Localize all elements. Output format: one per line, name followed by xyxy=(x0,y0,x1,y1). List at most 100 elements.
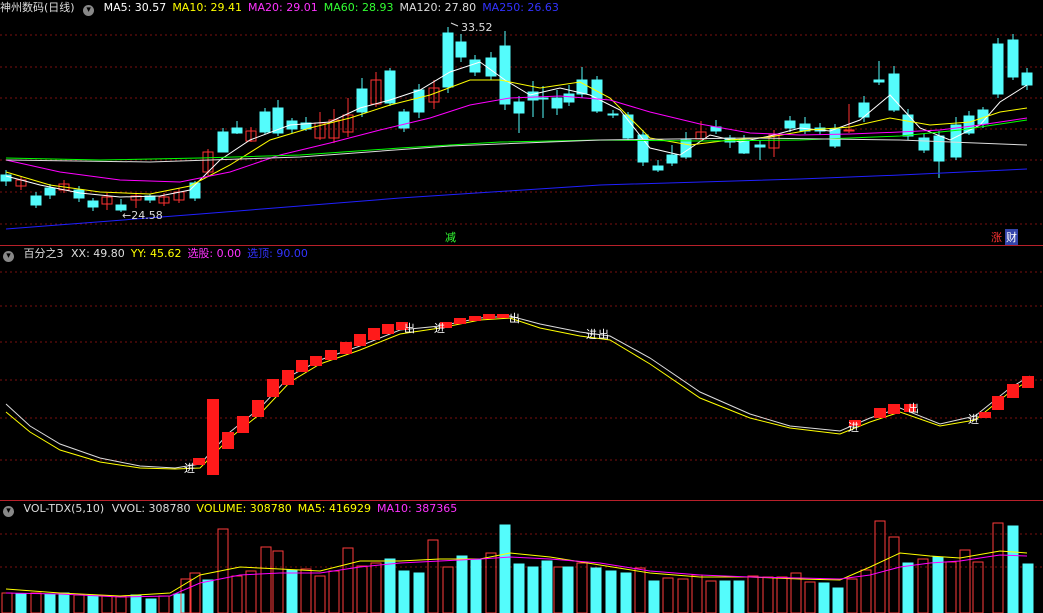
candle-body xyxy=(992,43,1004,95)
exit-signal-label: 出 xyxy=(509,311,520,325)
enter-signal-label: 进 xyxy=(968,413,979,426)
volume-bar xyxy=(286,569,298,613)
volume-bar xyxy=(648,580,660,613)
enter-signal-label: 进 xyxy=(848,421,859,434)
candle-body xyxy=(384,70,396,104)
volume-bar xyxy=(173,593,185,613)
candle-body xyxy=(784,120,796,129)
volume-bar xyxy=(527,566,539,613)
volume-bar xyxy=(73,594,85,613)
finance-marker: 财 xyxy=(1005,229,1018,245)
candle-body xyxy=(666,154,678,164)
candle-body xyxy=(231,127,243,134)
signal-bar xyxy=(382,324,394,334)
signal-bar xyxy=(368,328,380,340)
yy-line xyxy=(5,317,1031,470)
indicator-pane[interactable]: ▾ 百分之3 XX: 49.80 YY: 45.62 选股: 0.00 选顶: 90.… xyxy=(0,246,1043,500)
volume-bar xyxy=(1022,563,1034,613)
signal-bar xyxy=(1007,384,1019,398)
volume-bar xyxy=(260,546,272,613)
signal-bar xyxy=(1022,376,1034,388)
volume-bar xyxy=(576,562,588,613)
volume-bar xyxy=(314,575,326,613)
candle-body xyxy=(888,73,900,111)
volume-bar xyxy=(130,594,142,613)
volume-bar xyxy=(818,582,830,613)
volume-bar xyxy=(442,566,454,613)
signal-bar xyxy=(992,396,1004,410)
candle-body xyxy=(873,79,885,83)
signal-bar xyxy=(207,399,219,475)
candle-body xyxy=(622,114,634,139)
candle-body xyxy=(30,195,42,206)
volume-bar xyxy=(562,566,574,613)
low-price-label: ←24.58 xyxy=(122,209,163,222)
volume-pane[interactable]: ▾ VOL-TDX(5,10) VVOL: 308780 VOLUME: 3087… xyxy=(0,501,1043,613)
volume-bar xyxy=(245,570,257,613)
candle-body xyxy=(513,101,525,114)
candle-body xyxy=(499,45,511,105)
signal-bar xyxy=(888,404,900,414)
kline-chart: 33.52 ←24.58 xyxy=(0,21,1043,230)
volume-bar xyxy=(932,556,944,613)
volume-bar xyxy=(384,558,396,613)
signal-bar xyxy=(282,370,294,385)
volume-bar xyxy=(677,578,689,613)
signal-bar xyxy=(310,356,322,366)
candle-body xyxy=(537,97,549,100)
signal-bar xyxy=(267,379,279,397)
volume-bar xyxy=(590,567,602,613)
volume-bar xyxy=(328,570,340,613)
signal-bar xyxy=(874,408,886,418)
signal-bar xyxy=(354,334,366,346)
kline-pane[interactable]: 神州数码(日线) ▾ MA5: 30.57 MA10: 29.41 MA20: 29… xyxy=(0,0,1043,246)
candle-body xyxy=(44,187,56,196)
volume-bar xyxy=(804,581,816,613)
volume-bar xyxy=(470,558,482,613)
volume-bar xyxy=(427,539,439,613)
volume-bar xyxy=(733,580,745,613)
candle-body xyxy=(607,113,619,116)
volume-bar xyxy=(762,576,774,613)
volume-bar xyxy=(15,593,27,613)
candle-body xyxy=(413,89,425,113)
volume-bar xyxy=(356,565,368,613)
signal-bar xyxy=(222,432,234,449)
volume-bar xyxy=(620,572,632,613)
candle-body xyxy=(259,111,271,133)
volume-bar xyxy=(398,570,410,613)
candle-body xyxy=(918,137,930,151)
volume-bar xyxy=(272,550,284,613)
candle-body xyxy=(1007,39,1019,78)
candle-body xyxy=(563,93,575,103)
volume-bar xyxy=(662,577,674,613)
rise-marker: 涨 xyxy=(991,231,1002,244)
volume-bar xyxy=(101,595,113,613)
high-price-label: 33.52 xyxy=(461,21,493,34)
signal-bar xyxy=(454,318,466,324)
volume-bar xyxy=(541,560,553,613)
signal-bar xyxy=(252,400,264,417)
candle-body xyxy=(829,128,841,147)
candle-body xyxy=(551,97,563,109)
volume-bar xyxy=(300,568,312,613)
signal-bar xyxy=(469,316,481,321)
signal-bar xyxy=(340,342,352,354)
volume-bar xyxy=(413,572,425,613)
volume-bar xyxy=(832,587,844,613)
volume-bar xyxy=(158,595,170,613)
candle-body xyxy=(1021,72,1033,86)
exit-signal-label: 出 xyxy=(908,401,919,415)
high-marker-line xyxy=(450,22,459,27)
volume-bar xyxy=(705,580,717,613)
volume-bar xyxy=(888,536,900,613)
candle-body xyxy=(933,135,945,162)
enter-signal-label: 进 xyxy=(184,462,195,475)
candle-body xyxy=(858,102,870,118)
volume-bar xyxy=(58,592,70,613)
volume-bar xyxy=(456,555,468,613)
candle-body xyxy=(73,189,85,199)
signal-bar xyxy=(979,412,991,418)
volume-bar xyxy=(972,561,984,613)
volume-bar xyxy=(115,595,127,613)
